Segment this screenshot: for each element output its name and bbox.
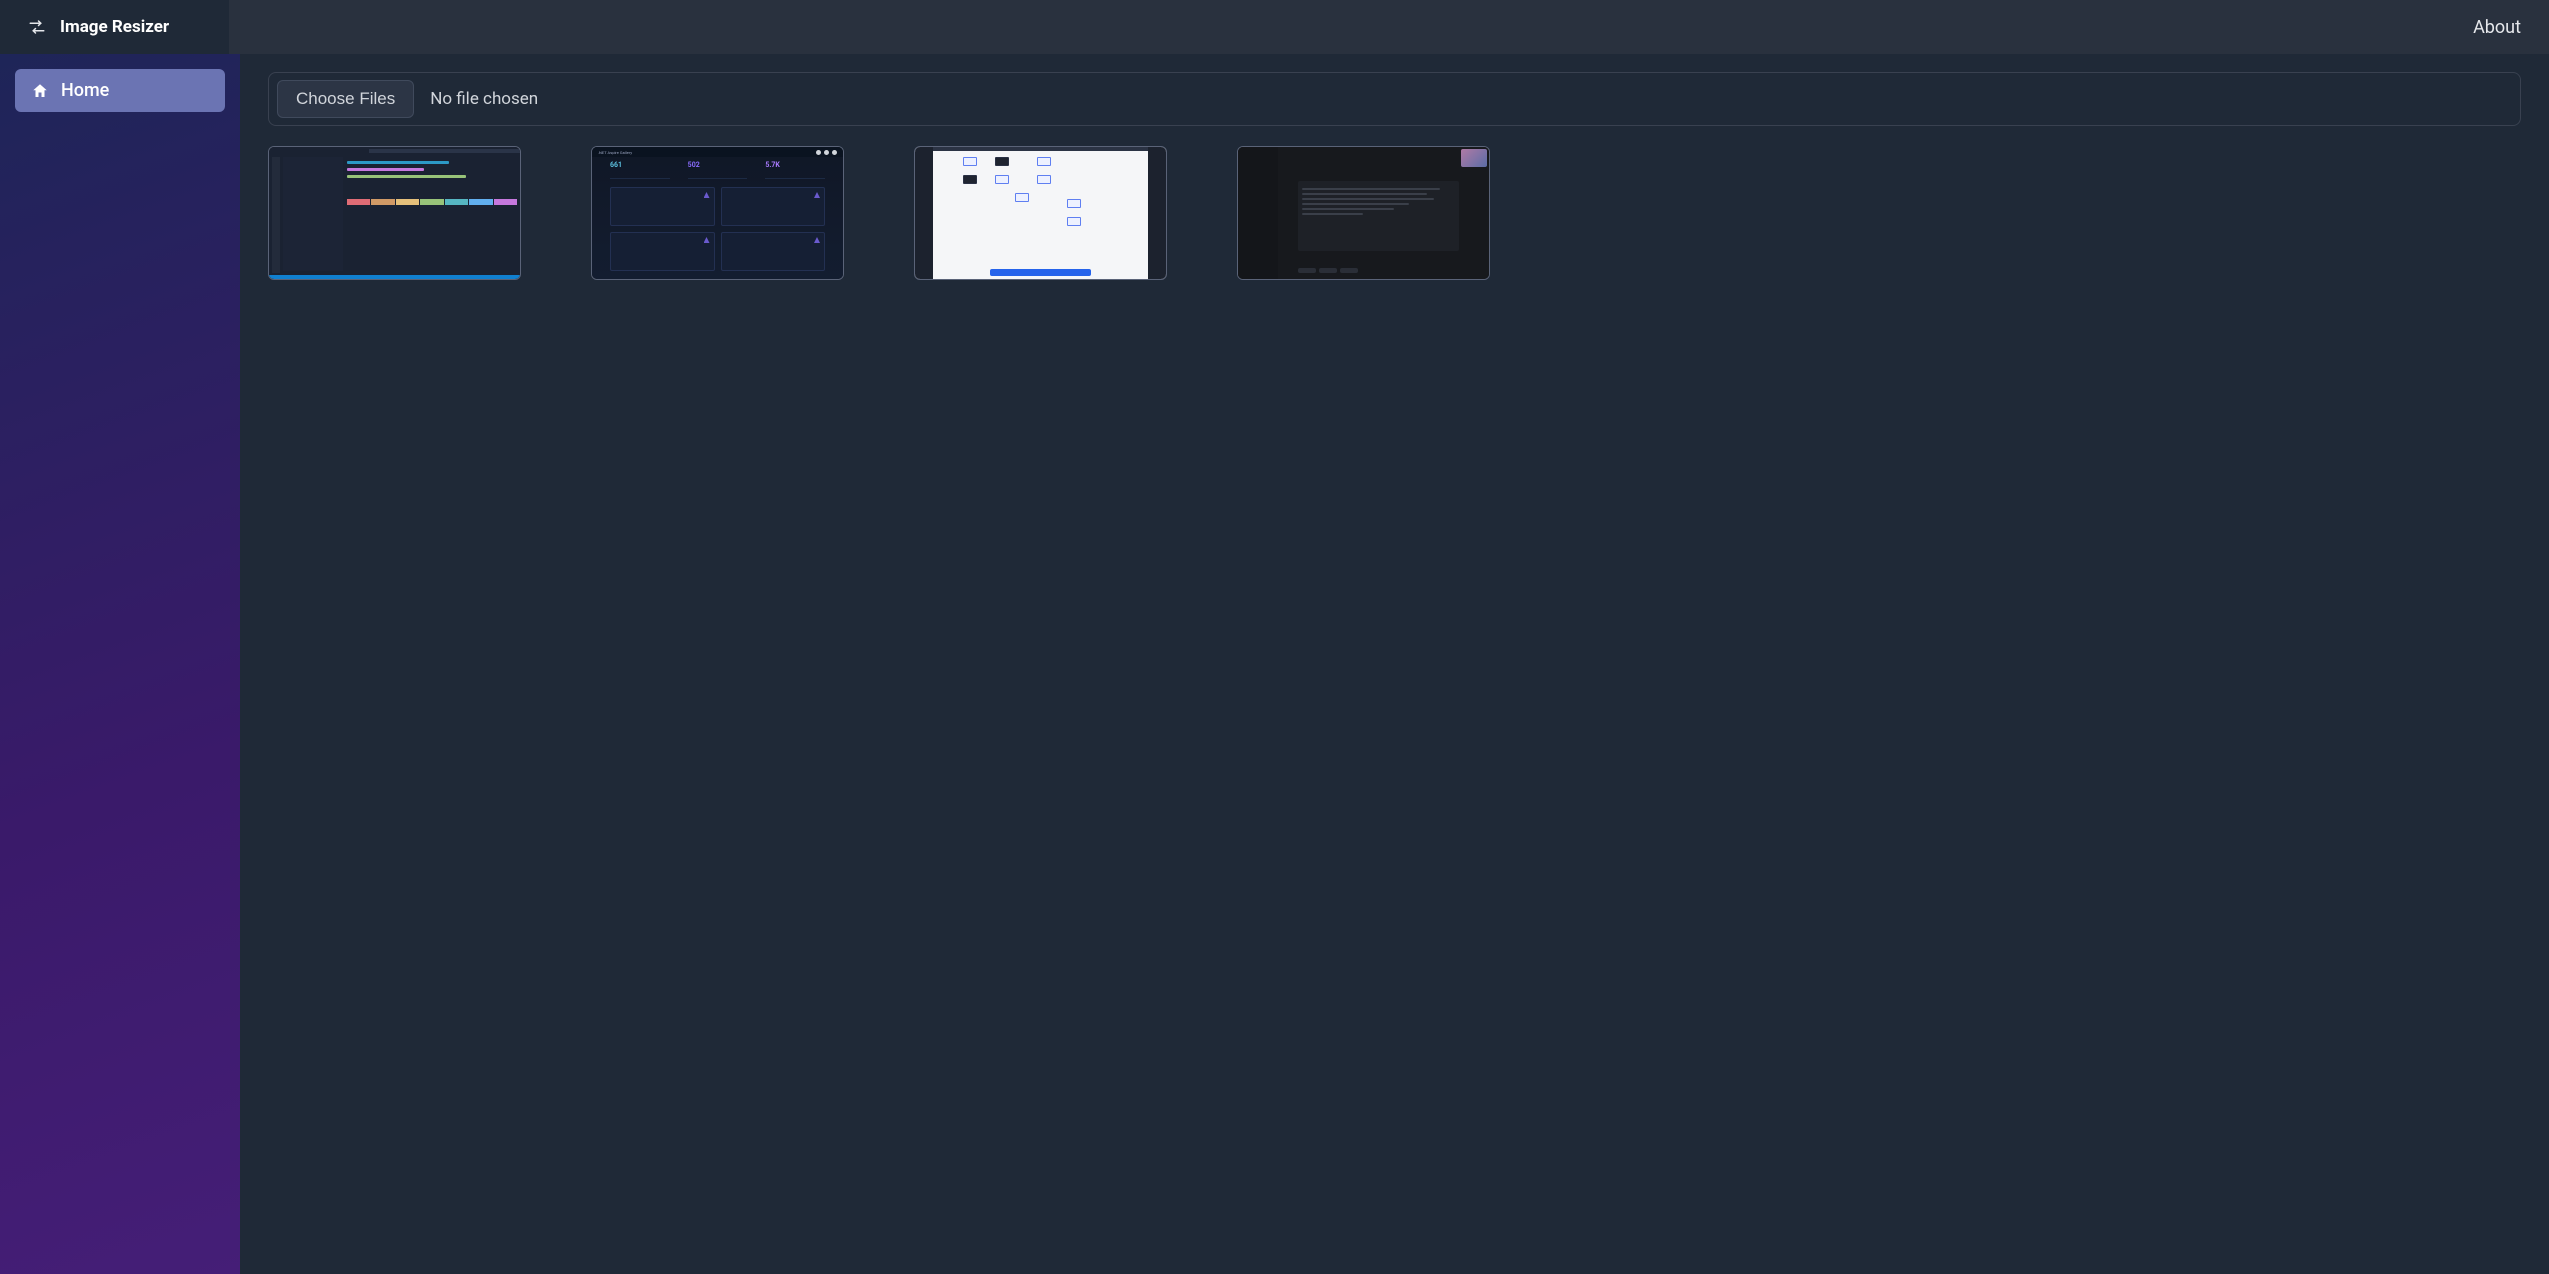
thumbnail-preview [1238,147,1489,279]
sidebar: Home [0,54,240,1274]
swap-icon [28,18,46,36]
app-root: Image Resizer About Home Choose Files No… [0,0,2549,1274]
thumbnail-preview [269,147,520,279]
thumbnail-4[interactable] [1237,146,1490,280]
thumbnail-1[interactable] [268,146,521,280]
thumbnail-2[interactable]: .NET Aspire Gallery 6615025.7K [591,146,844,280]
sidebar-item-label: Home [61,80,109,101]
thumbnail-preview [915,147,1166,279]
body: Home Choose Files No file chosen [0,54,2549,1274]
sidebar-item-home[interactable]: Home [15,69,225,112]
brand: Image Resizer [0,0,229,54]
thumbnail-3[interactable] [914,146,1167,280]
thumbnail-grid: .NET Aspire Gallery 6615025.7K [268,146,2521,280]
brand-title: Image Resizer [60,17,169,37]
sidebar-nav: Home [15,69,225,112]
about-link[interactable]: About [2473,17,2521,38]
header: Image Resizer About [0,0,2549,54]
file-input[interactable]: Choose Files No file chosen [268,72,2521,126]
home-icon [31,82,49,100]
thumbnail-preview: .NET Aspire Gallery 6615025.7K [592,147,843,279]
choose-files-button[interactable]: Choose Files [277,80,414,118]
main: Choose Files No file chosen .NET Aspire … [240,54,2549,1274]
file-input-status: No file chosen [430,89,538,109]
